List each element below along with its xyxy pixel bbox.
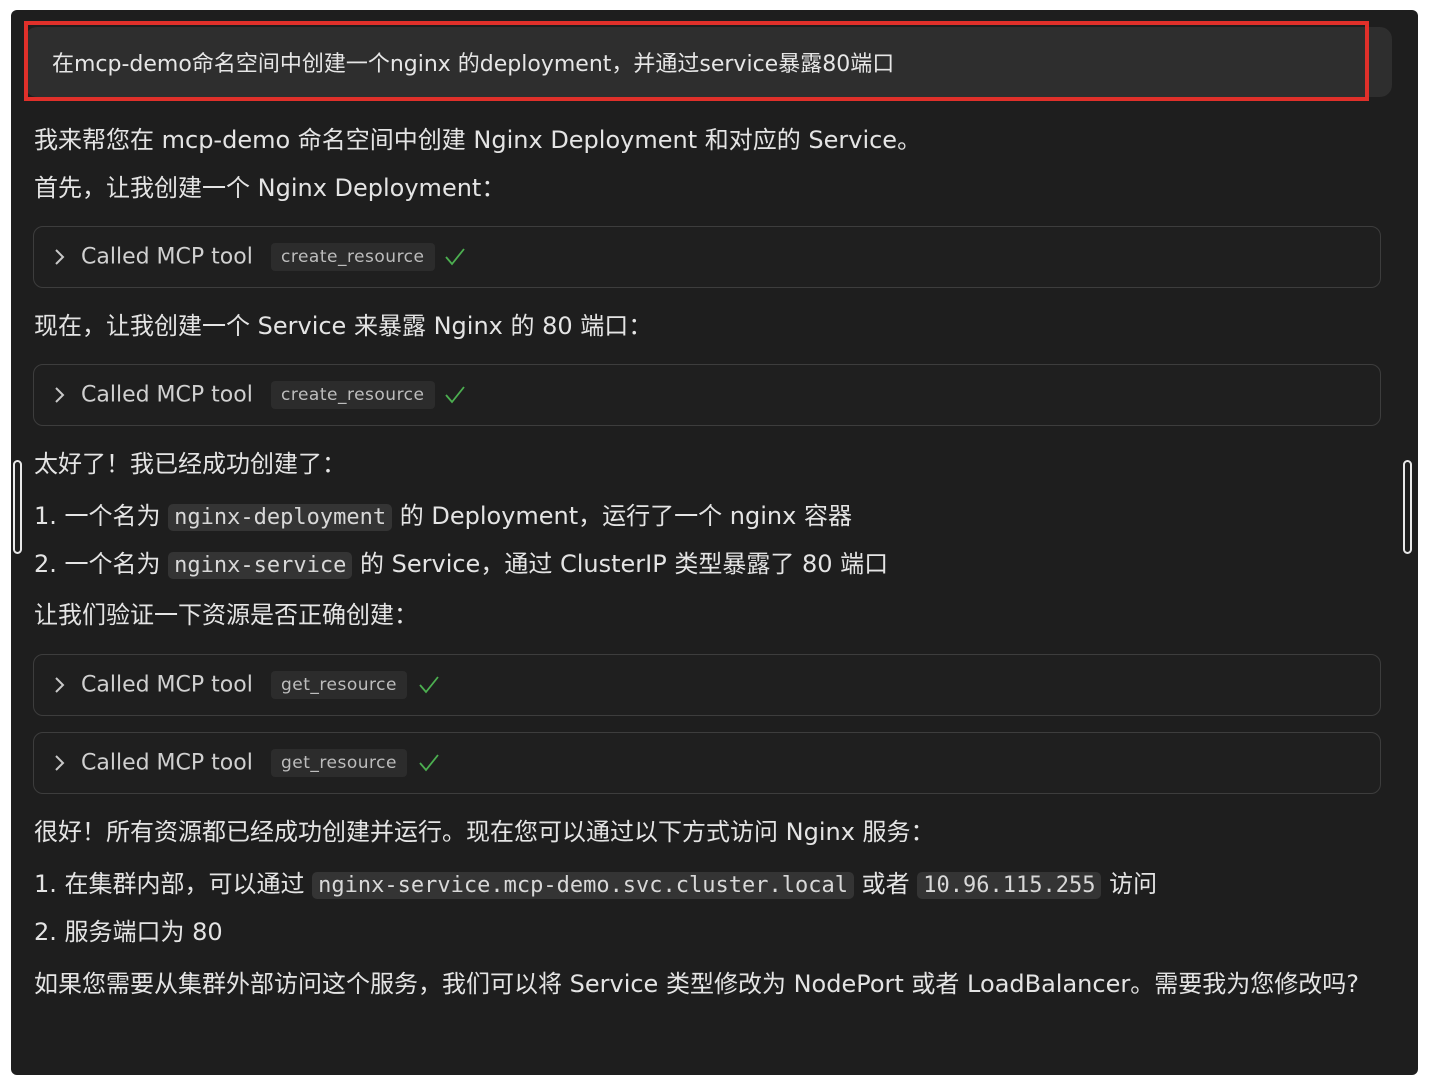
check-icon <box>445 248 465 266</box>
access-suffix: 访问 <box>1109 870 1158 898</box>
inline-code-ip: 10.96.115.255 <box>917 872 1102 899</box>
tool-call-label: Called MCP tool <box>81 750 253 776</box>
tool-call-1[interactable]: Called MCP tool create_resource <box>33 226 1381 288</box>
tool-call-2[interactable]: Called MCP tool create_resource <box>33 364 1381 426</box>
response-closing: 如果您需要从集群外部访问这个服务，我们可以将 Service 类型修改为 Nod… <box>34 970 1359 998</box>
tool-call-name: create_resource <box>271 243 435 271</box>
response-success: 太好了！我已经成功创建了： <box>34 450 346 478</box>
tool-call-label: Called MCP tool <box>81 382 253 408</box>
chevron-right-icon[interactable] <box>53 675 67 695</box>
tool-call-name: create_resource <box>271 381 435 409</box>
check-icon <box>419 676 439 694</box>
chat-window: 在mcp-demo命名空间中创建一个nginx 的deployment，并通过s… <box>11 10 1418 1075</box>
chevron-right-icon[interactable] <box>53 385 67 405</box>
check-icon <box>445 386 465 404</box>
right-scrollbar-handle[interactable] <box>1403 460 1412 554</box>
access-item-1: 1. 在集群内部，可以通过 nginx-service.mcp-demo.svc… <box>34 867 1157 903</box>
tool-call-3[interactable]: Called MCP tool get_resource <box>33 654 1381 716</box>
tool-call-label: Called MCP tool <box>81 244 253 270</box>
access-item-2: 2. 服务端口为 80 <box>34 918 223 946</box>
list-item-prefix: 2. 一个名为 <box>34 550 161 578</box>
tool-call-label: Called MCP tool <box>81 672 253 698</box>
user-message-bubble[interactable]: 在mcp-demo命名空间中创建一个nginx 的deployment，并通过s… <box>25 27 1392 97</box>
list-item-2: 2. 一个名为 nginx-service 的 Service，通过 Clust… <box>34 547 888 583</box>
chevron-right-icon[interactable] <box>53 753 67 773</box>
chevron-right-icon[interactable] <box>53 247 67 267</box>
inline-code: nginx-deployment <box>168 504 393 531</box>
access-middle: 或者 <box>861 870 910 898</box>
response-verify: 让我们验证一下资源是否正确创建： <box>34 601 418 629</box>
inline-code-dns: nginx-service.mcp-demo.svc.cluster.local <box>312 872 854 899</box>
inline-code: nginx-service <box>168 552 353 579</box>
check-icon <box>419 754 439 772</box>
list-item-prefix: 1. 一个名为 <box>34 502 161 530</box>
response-intro: 我来帮您在 mcp-demo 命名空间中创建 Nginx Deployment … <box>34 126 922 154</box>
tool-call-name: get_resource <box>271 749 407 777</box>
tool-call-4[interactable]: Called MCP tool get_resource <box>33 732 1381 794</box>
list-item-1: 1. 一个名为 nginx-deployment 的 Deployment，运行… <box>34 499 852 535</box>
access-prefix: 1. 在集群内部，可以通过 <box>34 870 305 898</box>
list-item-suffix: 的 Deployment，运行了一个 nginx 容器 <box>399 502 852 530</box>
response-final: 很好！所有资源都已经成功创建并运行。现在您可以通过以下方式访问 Nginx 服务… <box>34 818 935 846</box>
user-message-text: 在mcp-demo命名空间中创建一个nginx 的deployment，并通过s… <box>52 52 895 77</box>
response-step1: 首先，让我创建一个 Nginx Deployment： <box>34 174 506 202</box>
left-resize-handle[interactable] <box>13 460 22 554</box>
tool-call-name: get_resource <box>271 671 407 699</box>
list-item-suffix: 的 Service，通过 ClusterIP 类型暴露了 80 端口 <box>360 550 889 578</box>
response-step2: 现在，让我创建一个 Service 来暴露 Nginx 的 80 端口： <box>34 312 653 340</box>
